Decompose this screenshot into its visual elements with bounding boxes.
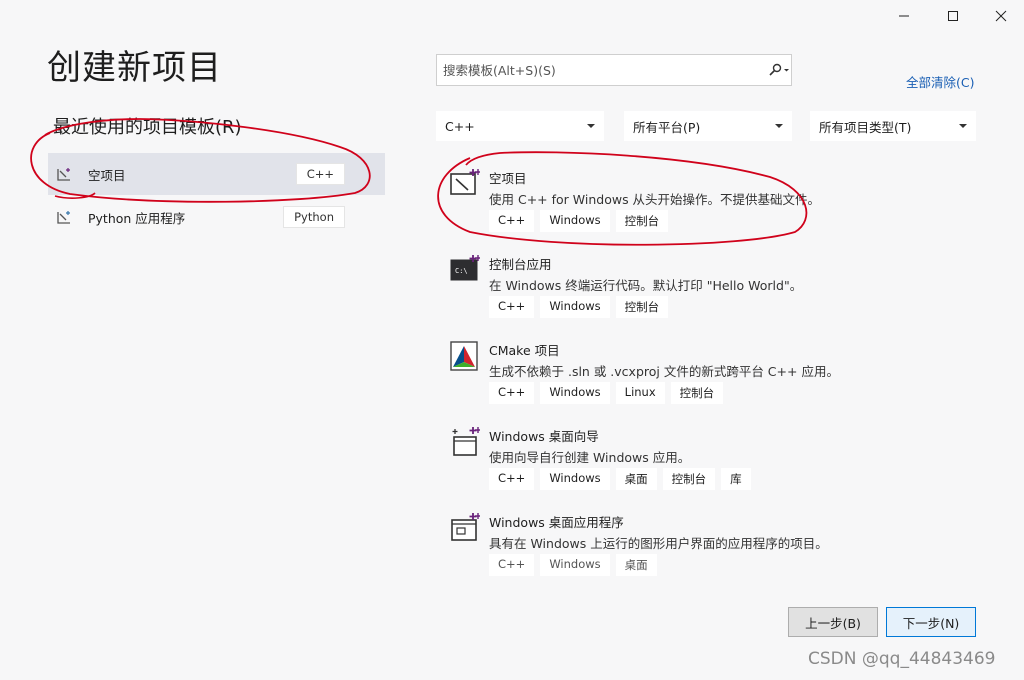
tag: Windows bbox=[540, 210, 610, 232]
wizard-icon bbox=[452, 427, 480, 456]
recent-item-python-app[interactable]: Python 应用程序 Python bbox=[48, 196, 385, 238]
recent-item-empty-project[interactable]: 空项目 C++ bbox=[48, 153, 385, 195]
project-type-filter-dropdown[interactable]: 所有项目类型(T) bbox=[810, 111, 976, 141]
template-name: 控制台应用 bbox=[489, 257, 552, 272]
desktop-app-icon bbox=[451, 513, 480, 541]
python-app-icon bbox=[57, 211, 70, 224]
tag: C++ bbox=[489, 468, 535, 490]
search-icon[interactable] bbox=[767, 63, 791, 77]
tag: C++ bbox=[489, 210, 535, 232]
clear-all-link[interactable]: 全部清除(C) bbox=[906, 72, 974, 91]
svg-text:C:\: C:\ bbox=[455, 267, 468, 275]
template-description: 在 Windows 终端运行代码。默认打印 "Hello World"。 bbox=[489, 278, 803, 293]
tag: Linux bbox=[615, 382, 665, 404]
template-tags: C++ Windows 桌面 bbox=[489, 554, 657, 576]
tag: Windows bbox=[540, 554, 610, 576]
tag: C++ bbox=[489, 554, 535, 576]
watermark: CSDN @qq_44843469 bbox=[808, 649, 996, 669]
template-name: Windows 桌面向导 bbox=[489, 429, 599, 444]
empty-project-icon bbox=[57, 168, 70, 181]
search-input[interactable] bbox=[441, 56, 767, 84]
template-description: 生成不依赖于 .sln 或 .vcxproj 文件的新式跨平台 C++ 应用。 bbox=[489, 364, 839, 379]
language-filter-dropdown[interactable]: C++ bbox=[436, 111, 604, 141]
template-description: 使用 C++ for Windows 从头开始操作。不提供基础文件。 bbox=[489, 192, 821, 207]
tag: 控制台 bbox=[615, 210, 669, 232]
template-item-cmake-project[interactable]: CMake 项目 生成不依赖于 .sln 或 .vcxproj 文件的新式跨平台… bbox=[448, 340, 988, 410]
tag: Windows bbox=[540, 382, 610, 404]
tag: 控制台 bbox=[670, 382, 724, 404]
project-type-filter-value: 所有项目类型(T) bbox=[819, 119, 912, 135]
empty-project-icon bbox=[450, 169, 480, 195]
recent-templates-heading: 最近使用的项目模板(R) bbox=[53, 117, 242, 138]
template-item-console-app[interactable]: C:\ 控制台应用 在 Windows 终端运行代码。默认打印 "Hello W… bbox=[448, 254, 988, 324]
template-tags: C++ Windows 桌面 控制台 库 bbox=[489, 468, 751, 490]
tag: Windows bbox=[540, 468, 610, 490]
maximize-button[interactable] bbox=[930, 0, 976, 32]
chevron-down-icon bbox=[959, 124, 967, 128]
minimize-button[interactable] bbox=[881, 0, 927, 32]
recent-item-label: 空项目 bbox=[88, 167, 126, 183]
template-description: 具有在 Windows 上运行的图形用户界面的应用程序的项目。 bbox=[489, 536, 828, 551]
console-app-icon: C:\ bbox=[450, 255, 480, 281]
close-icon bbox=[995, 10, 1007, 22]
chevron-down-icon bbox=[587, 124, 595, 128]
chevron-down-icon bbox=[775, 124, 783, 128]
template-tags: C++ Windows Linux 控制台 bbox=[489, 382, 724, 404]
search-box[interactable] bbox=[436, 54, 792, 86]
minimize-icon bbox=[899, 15, 909, 17]
template-name: CMake 项目 bbox=[489, 343, 560, 358]
tag: 库 bbox=[721, 468, 751, 490]
template-item-desktop-app[interactable]: Windows 桌面应用程序 具有在 Windows 上运行的图形用户界面的应用… bbox=[448, 512, 988, 582]
next-button[interactable]: 下一步(N) bbox=[886, 607, 976, 637]
language-badge: C++ bbox=[295, 163, 345, 185]
template-name: 空项目 bbox=[489, 171, 527, 186]
template-name: Windows 桌面应用程序 bbox=[489, 515, 624, 530]
template-tags: C++ Windows 控制台 bbox=[489, 296, 669, 318]
recent-item-label: Python 应用程序 bbox=[88, 210, 186, 226]
template-description: 使用向导自行创建 Windows 应用。 bbox=[489, 450, 691, 465]
tag: 桌面 bbox=[615, 554, 657, 576]
cmake-icon bbox=[450, 341, 478, 371]
tag: 控制台 bbox=[615, 296, 669, 318]
tag: 控制台 bbox=[662, 468, 716, 490]
back-button[interactable]: 上一步(B) bbox=[788, 607, 878, 637]
platform-filter-dropdown[interactable]: 所有平台(P) bbox=[624, 111, 792, 141]
tag: C++ bbox=[489, 382, 535, 404]
template-item-desktop-wizard[interactable]: Windows 桌面向导 使用向导自行创建 Windows 应用。 C++ Wi… bbox=[448, 426, 988, 496]
platform-filter-value: 所有平台(P) bbox=[633, 119, 701, 135]
language-badge: Python bbox=[283, 206, 345, 228]
template-tags: C++ Windows 控制台 bbox=[489, 210, 669, 232]
language-filter-value: C++ bbox=[445, 118, 475, 134]
maximize-icon bbox=[948, 11, 958, 21]
tag: C++ bbox=[489, 296, 535, 318]
page-title: 创建新项目 bbox=[47, 48, 222, 88]
tag: Windows bbox=[540, 296, 610, 318]
tag: 桌面 bbox=[615, 468, 657, 490]
template-item-empty-project[interactable]: 空项目 使用 C++ for Windows 从头开始操作。不提供基础文件。 C… bbox=[448, 168, 988, 238]
close-button[interactable] bbox=[978, 0, 1024, 32]
